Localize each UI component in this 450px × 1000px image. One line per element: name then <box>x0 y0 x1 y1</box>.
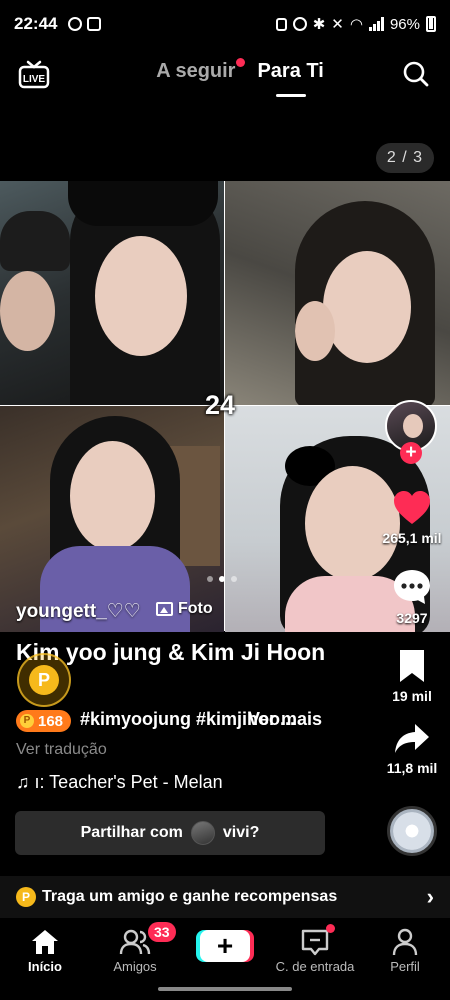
nav-home-label: Início <box>28 959 62 974</box>
tab-for-you-label: Para Ti <box>257 60 324 82</box>
coin-icon: P <box>20 714 34 728</box>
author-username[interactable]: youngett_♡♡ <box>16 600 141 623</box>
nav-friends[interactable]: Amigos 33 <box>90 918 180 980</box>
share-arrow-icon <box>395 724 429 753</box>
music-disc[interactable] <box>387 806 437 856</box>
creator-avatar[interactable]: + <box>385 400 437 464</box>
notification-dot <box>236 58 246 67</box>
share-prompt-prefix: Partilhar com <box>80 824 183 841</box>
gallery-icon <box>87 17 102 31</box>
clock: 22:44 <box>14 14 58 33</box>
bookmark-icon <box>400 650 424 682</box>
coin-icon: P <box>16 887 36 907</box>
like-button[interactable]: 265,1 mil <box>370 490 450 546</box>
photo-tile <box>0 406 224 632</box>
nav-friends-label: Amigos <box>113 959 157 974</box>
tab-following[interactable]: A seguir <box>156 58 246 83</box>
whatsapp-icon <box>68 17 83 31</box>
create-plus-icon: + <box>200 930 250 962</box>
photo-tile <box>225 181 450 405</box>
signal-icon <box>368 17 384 31</box>
top-nav: LIVE A seguir Para Ti <box>0 48 450 104</box>
tab-for-you[interactable]: Para Ti <box>257 60 324 97</box>
nav-profile[interactable]: Perfil <box>360 918 450 980</box>
heart-icon <box>394 491 430 524</box>
photo-mode-tag[interactable]: Foto <box>156 600 213 618</box>
referral-banner[interactable]: P Traga um amigo e ganhe recompensas › <box>0 876 450 918</box>
nav-home[interactable]: Início <box>0 918 90 980</box>
like-count: 265,1 mil <box>382 530 442 546</box>
comment-button[interactable]: 3297 <box>370 568 450 626</box>
share-count: 11,8 mil <box>386 760 438 776</box>
music-track[interactable]: ♫ ı: Teacher's Pet - Melan <box>16 772 246 793</box>
comment-icon <box>394 570 430 604</box>
bluetooth-icon: ✱ <box>312 16 326 33</box>
tab-following-label: A seguir <box>156 60 236 82</box>
points-badge[interactable]: P 168 <box>16 710 72 732</box>
nav-inbox-label: C. de entrada <box>275 959 355 974</box>
referral-text: Traga um amigo e ganhe recompensas <box>42 888 338 905</box>
active-tab-indicator <box>275 94 306 97</box>
lock-icon <box>275 17 287 31</box>
photo-carousel-dots <box>207 576 237 582</box>
share-with-friend-button[interactable]: Partilhar com vivi? <box>15 811 325 855</box>
profile-icon <box>392 928 418 956</box>
follow-plus-button[interactable]: + <box>400 442 422 464</box>
status-bar: 22:44 ✱ ✕ ◠ 96% <box>0 0 450 48</box>
photo-page-counter: 2 / 3 <box>375 143 434 173</box>
friends-count-badge: 33 <box>148 922 176 942</box>
wifi-icon: ◠ <box>349 16 363 33</box>
mute-icon: ✕ <box>331 16 344 33</box>
collage-overlay-text: 24 <box>205 390 236 420</box>
share-friend-name: vivi? <box>222 824 260 841</box>
nav-profile-label: Perfil <box>390 959 420 974</box>
friends-icon <box>119 929 151 955</box>
save-count: 19 mil <box>392 688 432 704</box>
share-button[interactable]: 11,8 mil <box>370 722 450 776</box>
battery-icon <box>426 16 436 32</box>
nav-create[interactable]: + <box>180 918 270 980</box>
see-more-link[interactable]: Ver mais <box>248 709 322 730</box>
alarm-icon <box>292 17 307 31</box>
nav-inbox[interactable]: C. de entrada <box>270 918 360 980</box>
inbox-notification-dot <box>326 924 335 933</box>
points-value: 168 <box>38 712 64 730</box>
chevron-right-icon: › <box>426 884 434 909</box>
photo-tile <box>0 181 224 405</box>
friend-avatar <box>190 821 215 845</box>
reward-coin-button[interactable]: P <box>17 653 71 707</box>
comment-count: 3297 <box>396 610 428 626</box>
gesture-bar[interactable] <box>158 987 292 991</box>
home-icon <box>32 930 58 954</box>
battery-percent: 96% <box>389 15 420 33</box>
save-button[interactable]: 19 mil <box>370 648 450 704</box>
coin-icon: P <box>29 665 59 695</box>
search-icon[interactable] <box>402 60 430 88</box>
see-translation-link[interactable]: Ver tradução <box>16 741 107 759</box>
inbox-icon <box>301 929 329 956</box>
image-icon <box>156 602 173 616</box>
bottom-nav: Início Amigos 33 + C. de entrada Perfil <box>0 918 450 980</box>
photo-mode-label: Foto <box>178 600 213 617</box>
